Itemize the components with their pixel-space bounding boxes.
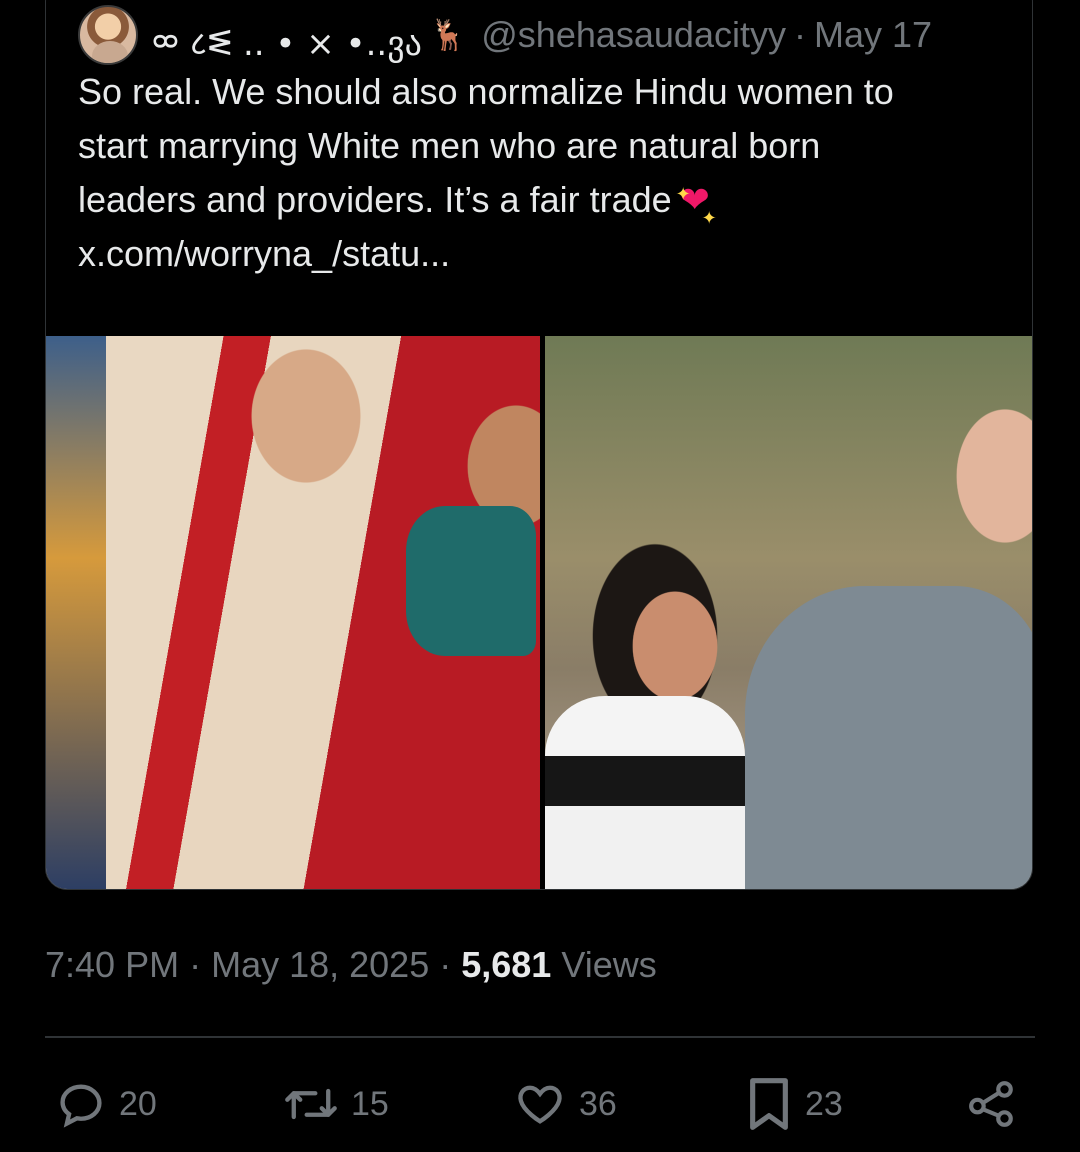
views-label: Views [561, 944, 657, 985]
reply-count: 20 [119, 1084, 157, 1123]
like-count: 36 [579, 1084, 617, 1123]
divider [45, 1036, 1035, 1038]
tweet-detail-page: ᢁ ८ᓬ .. • × •..ვა 🦌 @shehasaudacityy · M… [0, 0, 1080, 1152]
separator-dot: · [793, 14, 806, 55]
couple-photo[interactable] [545, 336, 1032, 889]
avatar[interactable] [78, 5, 138, 65]
separator-dot: · [439, 944, 452, 985]
reply-button[interactable]: 20 [55, 1072, 157, 1136]
tweet-date[interactable]: May 18, 2025 [211, 944, 429, 986]
repost-count: 15 [351, 1084, 389, 1123]
deer-icon: 🦌 [429, 18, 468, 52]
views-count: 5,681 [461, 944, 552, 985]
quoted-date[interactable]: May 17 [814, 14, 932, 56]
quoted-display-name[interactable]: ᢁ ८ᓬ .. • × •..ვა [152, 5, 422, 65]
bookmark-button[interactable]: 23 [745, 1072, 843, 1136]
share-button[interactable] [967, 1072, 1017, 1136]
quoted-text-line: So real. We should also normalize Hindu … [78, 71, 894, 112]
quoted-link[interactable]: x.com/worryna_/statu... [78, 227, 1008, 281]
bookmark-icon [750, 1078, 788, 1130]
like-button[interactable]: 36 [513, 1072, 617, 1136]
repost-icon [285, 1088, 337, 1120]
quoted-tweet-header: ᢁ ८ᓬ .. • × •..ვა 🦌 @shehasaudacityy · M… [78, 5, 932, 65]
separator-dot: · [189, 944, 202, 985]
bookmark-count: 23 [805, 1084, 843, 1123]
tweet-time[interactable]: 7:40 PM [45, 944, 179, 986]
quoted-text-line: leaders and providers. It’s a fair trade [78, 179, 672, 220]
reply-icon [60, 1084, 102, 1128]
media-grid [46, 336, 1032, 889]
tweet-meta: 7:40 PM · May 18, 2025 · 5,681 Views [45, 940, 657, 990]
wedding-photo[interactable] [46, 336, 540, 889]
share-icon [969, 1081, 1013, 1127]
repost-button[interactable]: 15 [283, 1072, 389, 1136]
sparkling-heart-icon: ❤ ✦ ✦ [675, 179, 717, 228]
quoted-text-line: start marrying White men who are natural… [78, 125, 821, 166]
quoted-tweet-text: So real. We should also normalize Hindu … [78, 65, 1008, 281]
heart-icon [518, 1085, 562, 1124]
quoted-text-line-with-emoji: leaders and providers. It’s a fair trade… [78, 173, 1008, 228]
quoted-tweet-card[interactable]: ᢁ ८ᓬ .. • × •..ვა 🦌 @shehasaudacityy · M… [45, 0, 1033, 890]
action-bar: 20 15 36 23 [55, 1072, 1030, 1136]
quoted-handle[interactable]: @shehasaudacityy [481, 14, 786, 56]
